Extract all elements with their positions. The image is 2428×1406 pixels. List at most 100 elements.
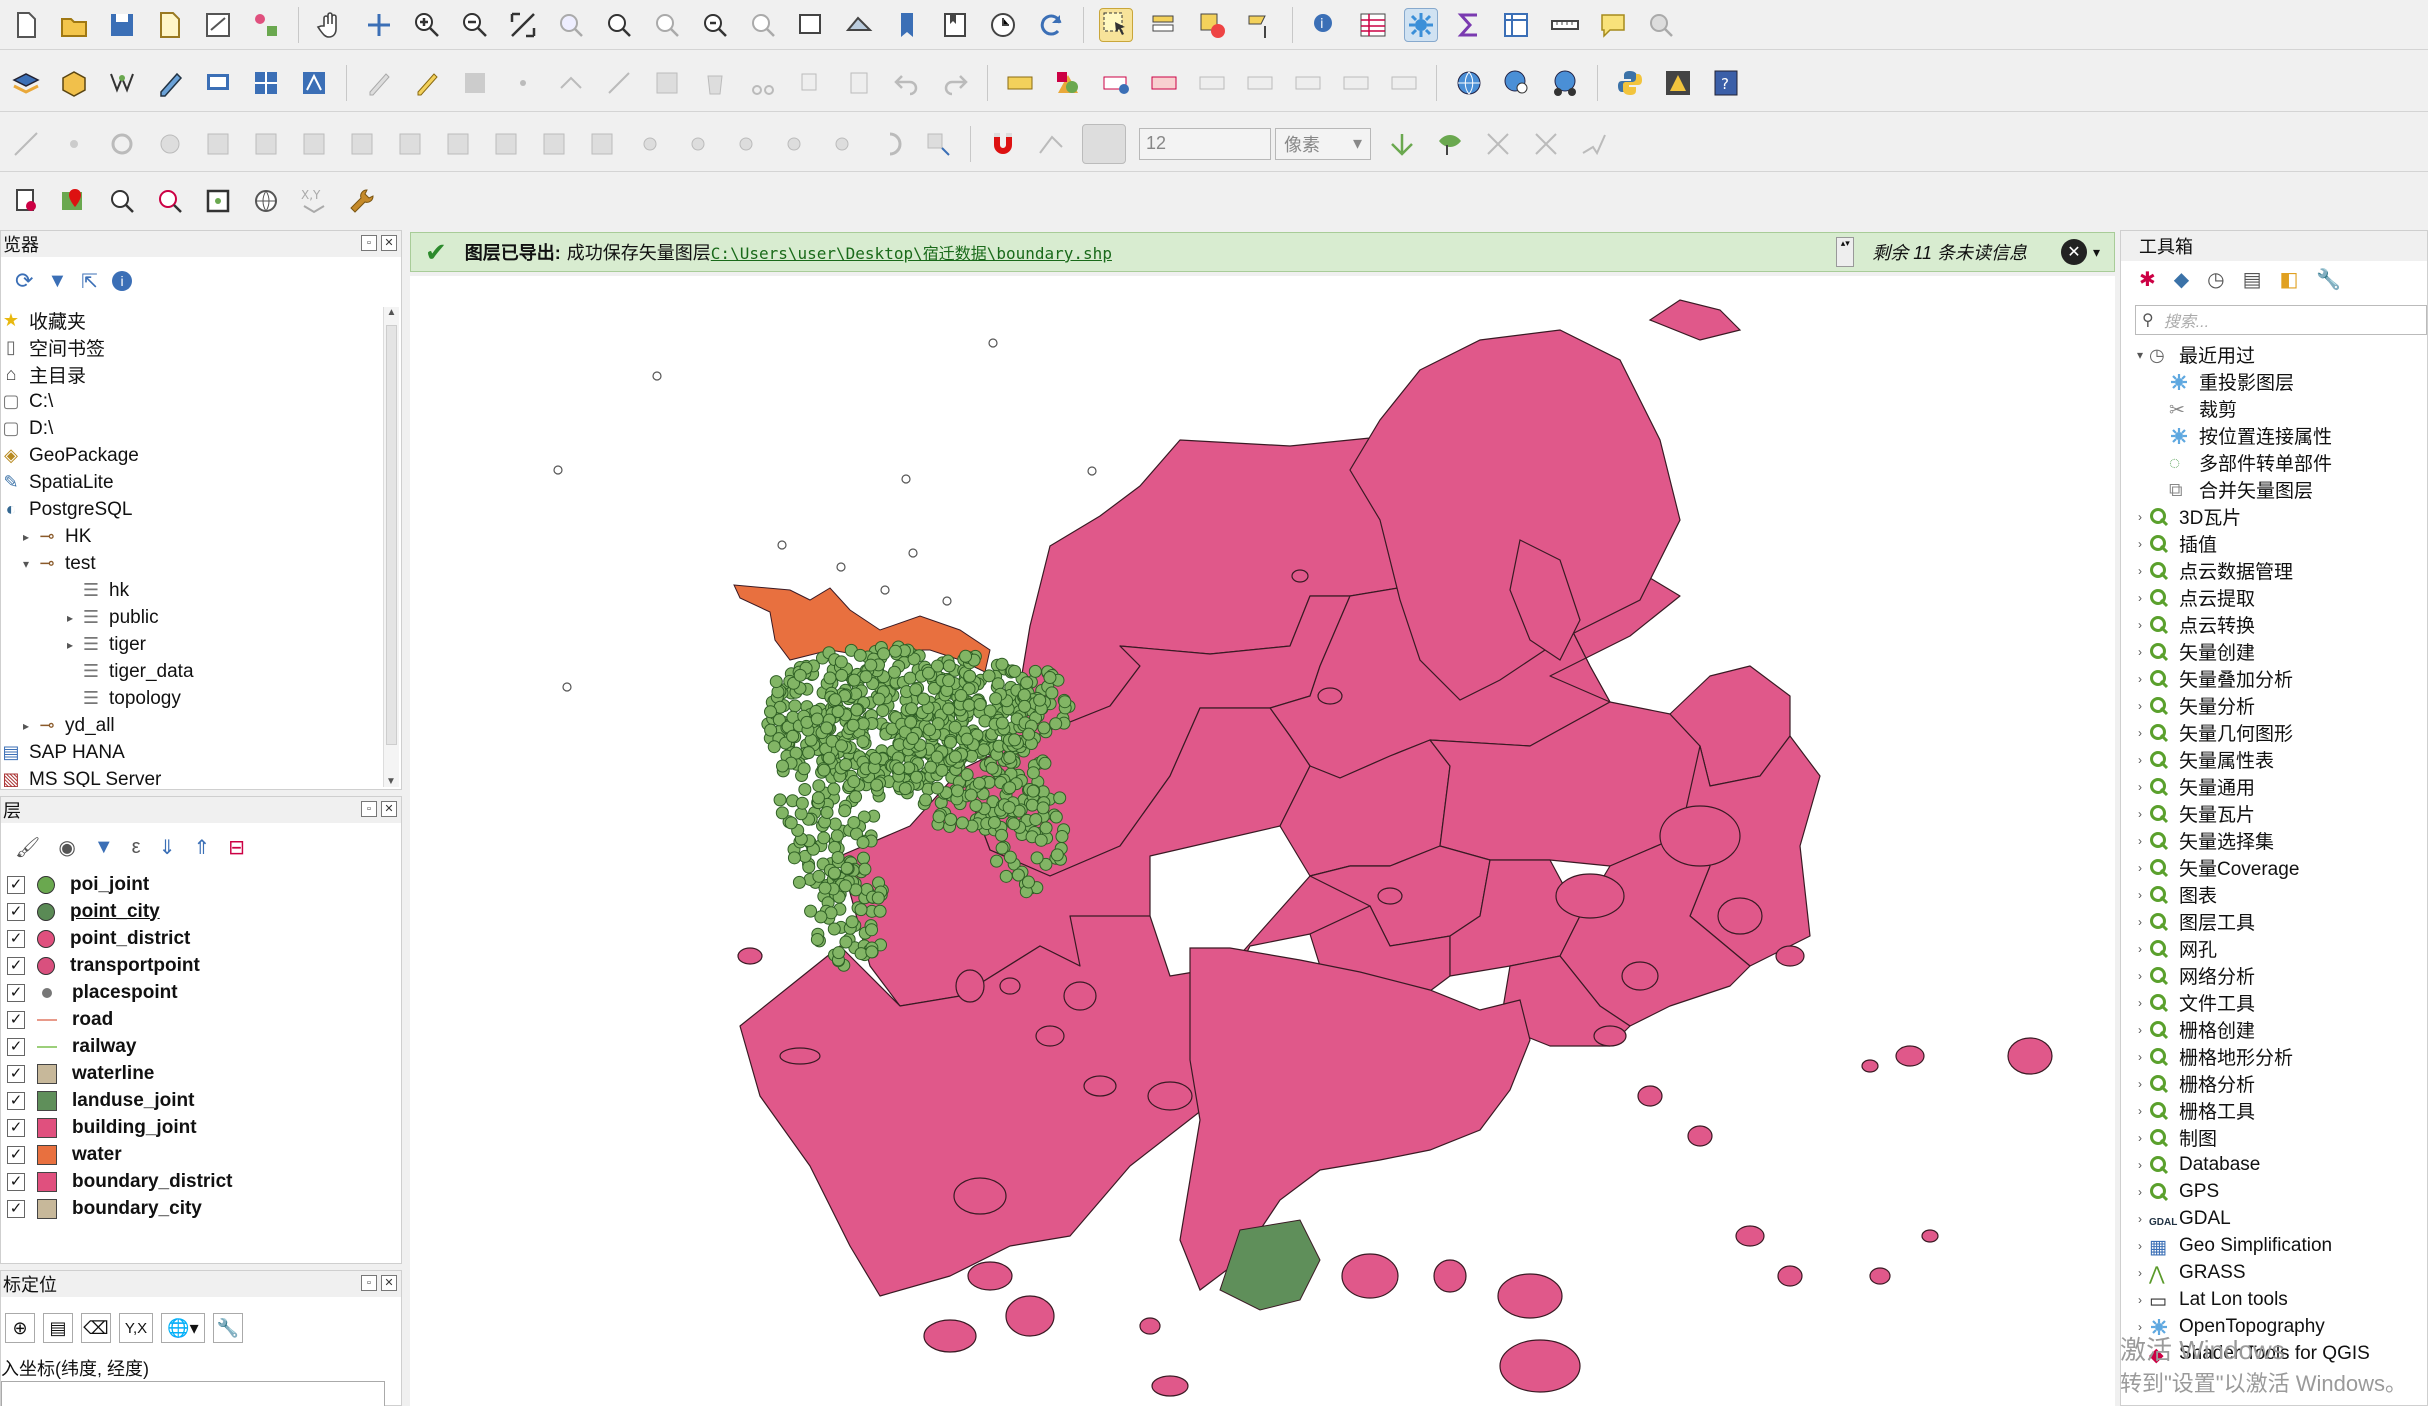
zoom-next-icon[interactable]: [746, 8, 780, 42]
expand-arrow-icon[interactable]: ›: [2131, 564, 2149, 578]
rotate-label-icon[interactable]: [1243, 66, 1277, 100]
search-settings-icon[interactable]: [1644, 8, 1678, 42]
expand-arrow-icon[interactable]: ›: [2131, 834, 2149, 848]
toolbox-provider[interactable]: › ⋀ GRASS: [2131, 1259, 2427, 1286]
toolbox-group[interactable]: › 矢量Coverage: [2131, 854, 2427, 881]
chevron-down-icon[interactable]: ▾: [2093, 244, 2100, 261]
toolbox-group[interactable]: › 矢量属性表: [2131, 746, 2427, 773]
toolbox-recent-item[interactable]: ◌ 多部件转单部件: [2131, 449, 2427, 476]
delete-part-icon[interactable]: [297, 127, 331, 161]
expand-arrow-icon[interactable]: ›: [2131, 510, 2149, 524]
rotate-features-icon[interactable]: [873, 127, 907, 161]
current-edits-icon[interactable]: [362, 66, 396, 100]
label-layer-icon[interactable]: [1051, 66, 1085, 100]
self-snapping-icon[interactable]: [1529, 127, 1563, 161]
zoom-in-icon[interactable]: [410, 8, 444, 42]
float-panel-icon[interactable]: ▫: [361, 801, 377, 817]
vertex-tool-icon[interactable]: [554, 66, 588, 100]
toolbox-group[interactable]: › 栅格创建: [2131, 1016, 2427, 1043]
python-console-icon[interactable]: [1613, 66, 1647, 100]
close-panel-icon[interactable]: ✕: [381, 235, 397, 251]
toolbox-group[interactable]: › 网络分析: [2131, 962, 2427, 989]
toolbox-group[interactable]: › 矢量选择集: [2131, 827, 2427, 854]
close-panel-icon[interactable]: ✕: [381, 1275, 397, 1291]
browser-item-test[interactable]: ▾ ⊸ test: [1, 550, 381, 577]
expand-arrow-icon[interactable]: ›: [2131, 1104, 2149, 1118]
statistics-sigma-icon[interactable]: [1452, 8, 1486, 42]
expand-arrow-icon[interactable]: ›: [2131, 1293, 2149, 1307]
settings-wrench-icon[interactable]: 🔧: [213, 1313, 243, 1343]
expander-icon[interactable]: ▾: [23, 557, 37, 571]
add-part-icon[interactable]: [153, 127, 187, 161]
merge-features-icon[interactable]: [537, 127, 571, 161]
snap-vertex-icon[interactable]: [1034, 127, 1068, 161]
globe-network-icon[interactable]: [1548, 66, 1582, 100]
expand-arrow-icon[interactable]: ›: [2131, 537, 2149, 551]
digitize-line-icon[interactable]: [9, 127, 43, 161]
copy-features-icon[interactable]: [794, 66, 828, 100]
remove-layer-icon[interactable]: ⊟: [228, 835, 245, 860]
browser-item-hk[interactable]: ▸ ⊸ HK: [1, 523, 381, 550]
toolbox-provider[interactable]: › ▭ Lat Lon tools: [2131, 1286, 2427, 1313]
temporal-controller-icon[interactable]: [986, 8, 1020, 42]
new-3d-view-icon[interactable]: [842, 8, 876, 42]
browser-item-public[interactable]: ▸ ☰ public: [1, 604, 381, 631]
select-location-icon[interactable]: [1243, 8, 1277, 42]
zoom-in-small-icon[interactable]: [105, 184, 139, 218]
toolbox-recent-item[interactable]: ✂ 裁剪: [2131, 395, 2427, 422]
float-panel-icon[interactable]: ▫: [361, 1275, 377, 1291]
attribute-table-icon[interactable]: [1356, 8, 1390, 42]
zoom-selection-icon[interactable]: [554, 8, 588, 42]
toolbox-group[interactable]: › 图层工具: [2131, 908, 2427, 935]
zoom-out-icon[interactable]: [458, 8, 492, 42]
geo-pin-icon[interactable]: [57, 184, 91, 218]
split-parts-icon[interactable]: [489, 127, 523, 161]
toolbox-group[interactable]: › 点云转换: [2131, 611, 2427, 638]
toolbox-group[interactable]: › 3D瓦片: [2131, 503, 2427, 530]
delete-selected-icon[interactable]: [698, 66, 732, 100]
xy-coordinate-icon[interactable]: X,Y: [297, 184, 331, 218]
layer-visibility-checkbox[interactable]: ✓: [7, 983, 25, 1002]
offset-curve-icon[interactable]: [393, 127, 427, 161]
layer-visibility-checkbox[interactable]: ✓: [7, 1118, 25, 1137]
paste-features-icon[interactable]: [842, 66, 876, 100]
pan-hand-icon[interactable]: [314, 8, 348, 42]
show-bookmarks-icon[interactable]: [938, 8, 972, 42]
pan-to-selection-icon[interactable]: [362, 8, 396, 42]
snap-color-swatch[interactable]: [1082, 123, 1126, 164]
collapse-all-icon[interactable]: ⇱: [81, 269, 98, 294]
show-hide-labels-icon[interactable]: [1339, 66, 1373, 100]
expand-arrow-icon[interactable]: ›: [2131, 1185, 2149, 1199]
browser-item-[interactable]: ▯ 空间书签: [1, 334, 381, 361]
pin-labels-icon[interactable]: [1099, 66, 1133, 100]
label-tool-icon[interactable]: [1003, 66, 1037, 100]
save-project-icon[interactable]: [105, 8, 139, 42]
expander-icon[interactable]: ▸: [67, 638, 81, 652]
options-wrench-icon[interactable]: 🔧: [2316, 267, 2341, 292]
toolbox-group[interactable]: › 矢量叠加分析: [2131, 665, 2427, 692]
browser-item-tiger[interactable]: ▸ ☰ tiger: [1, 631, 381, 658]
layer-visibility-checkbox[interactable]: ✓: [7, 1172, 25, 1191]
toolbox-provider[interactable]: › ▦ Geo Simplification: [2131, 1232, 2427, 1259]
snap-intersection-icon[interactable]: [1481, 127, 1515, 161]
edit-features-icon[interactable]: ◧: [2280, 267, 2299, 292]
expand-arrow-icon[interactable]: ›: [2131, 1266, 2149, 1280]
yx-button[interactable]: Y,X: [119, 1313, 153, 1343]
layer-item-building-joint[interactable]: ✓ building_joint: [7, 1114, 387, 1141]
expand-arrow-icon[interactable]: ›: [2131, 1239, 2149, 1253]
toolbox-group[interactable]: › 矢量几何图形: [2131, 719, 2427, 746]
zoom-to-icon[interactable]: ⊕: [5, 1313, 35, 1343]
extent-icon[interactable]: [201, 184, 235, 218]
style-panel-icon[interactable]: 🖌: [15, 835, 40, 860]
add-wms-layer-icon[interactable]: [201, 66, 235, 100]
layer-visibility-checkbox[interactable]: ✓: [7, 929, 25, 948]
layer-visibility-checkbox[interactable]: ✓: [7, 1064, 25, 1083]
toolbox-group[interactable]: › 制图: [2131, 1124, 2427, 1151]
scroll-up-arrow-icon[interactable]: ▲: [384, 307, 399, 318]
reverse-line-icon[interactable]: [777, 127, 811, 161]
gear-red-icon[interactable]: ✱: [2139, 267, 2156, 292]
new-map-view-icon[interactable]: [794, 8, 828, 42]
layer-visibility-checkbox[interactable]: ✓: [7, 956, 25, 975]
coordinate-input[interactable]: [1, 1381, 385, 1406]
crs-globe-icon[interactable]: 🌐▾: [161, 1313, 205, 1343]
